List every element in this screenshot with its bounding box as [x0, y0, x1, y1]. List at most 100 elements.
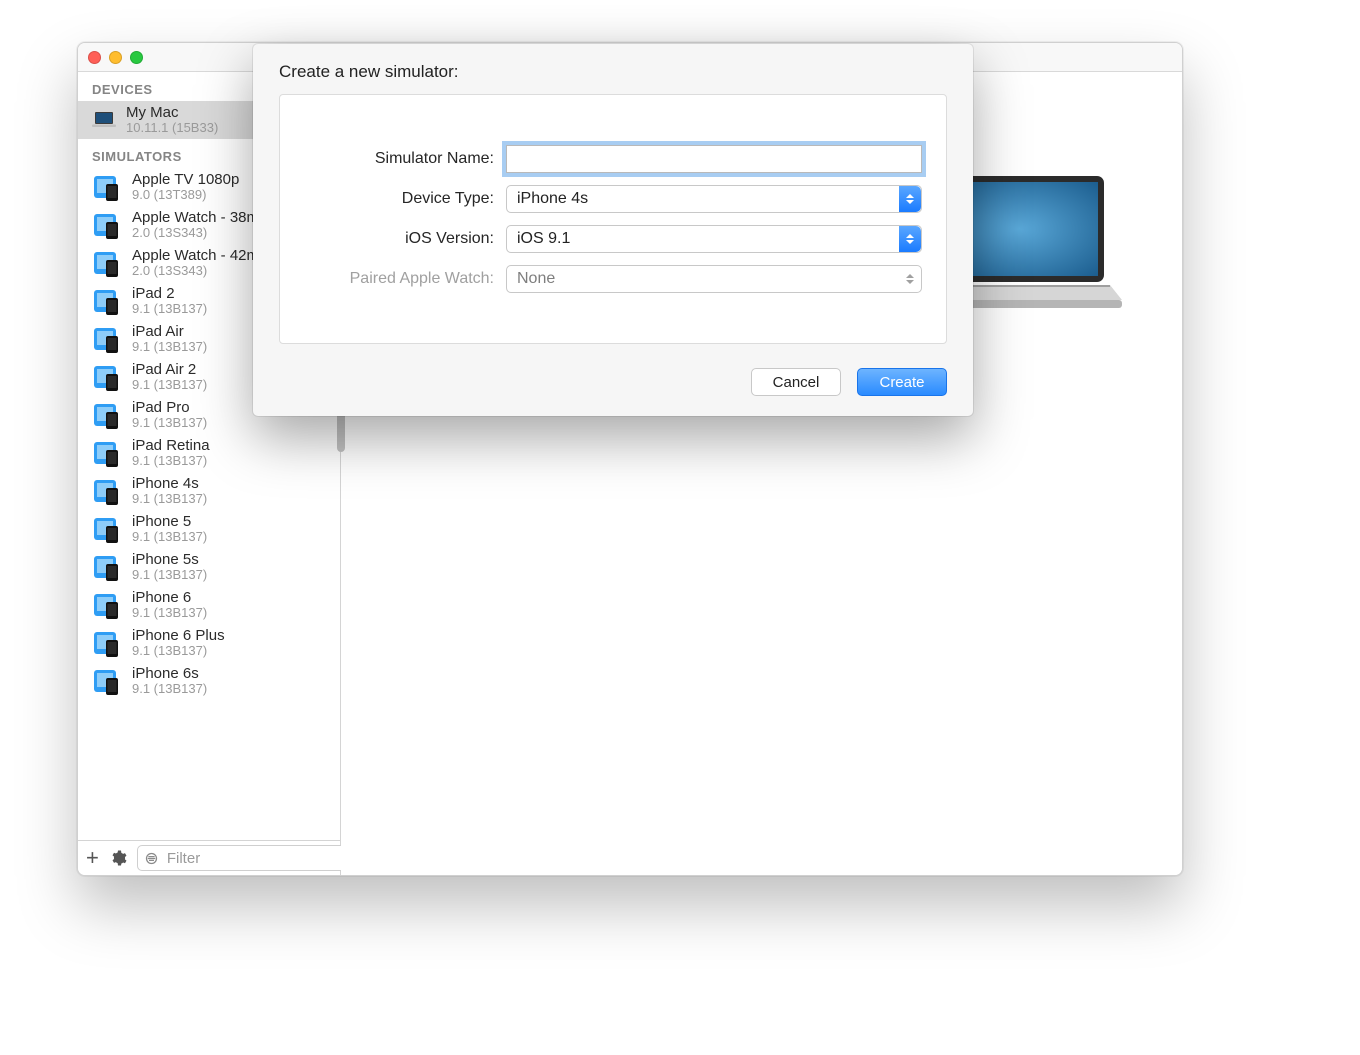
sidebar-item-text: iPhone 6s9.1 (13B137)	[132, 665, 207, 697]
gear-icon	[109, 849, 127, 867]
device-sub-label: 2.0 (13S343)	[132, 264, 272, 279]
row-ios-version: iOS Version: iOS 9.1	[304, 225, 922, 253]
device-sub-label: 9.1 (13B137)	[132, 378, 207, 393]
sidebar-item-simulator[interactable]: iPhone 4s9.1 (13B137)	[78, 472, 340, 510]
device-sub-label: 9.1 (13B137)	[132, 340, 207, 355]
device-sub-label: 9.1 (13B137)	[132, 682, 207, 697]
sidebar-item-text: My Mac 10.11.1 (15B33)	[126, 104, 218, 136]
minimize-window-button[interactable]	[109, 51, 122, 64]
simulator-icon	[92, 172, 122, 202]
simulator-icon	[92, 324, 122, 354]
device-name-label: Apple Watch - 42mm	[132, 247, 272, 264]
simulator-icon	[92, 590, 122, 620]
device-name-label: iPad Air 2	[132, 361, 207, 378]
zoom-window-button[interactable]	[130, 51, 143, 64]
sidebar-item-simulator[interactable]: iPhone 59.1 (13B137)	[78, 510, 340, 548]
sheet-actions: Cancel Create	[279, 368, 947, 396]
add-button[interactable]: +	[86, 847, 99, 869]
simulator-icon	[92, 666, 122, 696]
device-sub-label: 9.1 (13B137)	[132, 530, 207, 545]
chevron-up-down-icon	[899, 266, 921, 292]
device-type-popup[interactable]: iPhone 4s	[506, 185, 922, 213]
device-name-label: iPhone 4s	[132, 475, 207, 492]
device-name-label: iPad Air	[132, 323, 207, 340]
device-sub-label: 9.1 (13B137)	[132, 606, 207, 621]
sidebar-item-text: iPad 29.1 (13B137)	[132, 285, 207, 317]
simulator-icon	[92, 628, 122, 658]
label-simulator-name: Simulator Name:	[304, 150, 506, 168]
device-sub-label: 9.1 (13B137)	[132, 302, 207, 317]
label-device-type: Device Type:	[304, 190, 506, 208]
device-name-label: iPad Retina	[132, 437, 210, 454]
sheet-body: Simulator Name: Device Type: iPhone 4s i…	[279, 94, 947, 344]
chevron-up-down-icon	[899, 226, 921, 252]
sidebar-item-text: iPad Air9.1 (13B137)	[132, 323, 207, 355]
sidebar-item-text: Apple Watch - 38mm2.0 (13S343)	[132, 209, 272, 241]
simulator-icon	[92, 400, 122, 430]
device-sub-label: 9.1 (13B137)	[132, 568, 207, 583]
sidebar-item-text: iPhone 6 Plus9.1 (13B137)	[132, 627, 225, 659]
device-name-label: Apple TV 1080p	[132, 171, 239, 188]
plus-icon: +	[86, 847, 99, 869]
sidebar-item-simulator[interactable]: iPhone 6s9.1 (13B137)	[78, 662, 340, 700]
actions-gear-button[interactable]	[109, 847, 127, 869]
device-sub-label: 9.1 (13B137)	[132, 492, 207, 507]
simulator-icon	[92, 210, 122, 240]
device-sub-label: 9.1 (13B137)	[132, 644, 225, 659]
mac-icon	[92, 112, 116, 128]
sidebar-item-simulator[interactable]: iPhone 5s9.1 (13B137)	[78, 548, 340, 586]
sidebar-item-simulator[interactable]: iPhone 6 Plus9.1 (13B137)	[78, 624, 340, 662]
device-name-label: iPhone 5	[132, 513, 207, 530]
sidebar-item-text: iPad Retina9.1 (13B137)	[132, 437, 210, 469]
paired-watch-value: None	[517, 270, 555, 288]
device-name-label: Apple Watch - 38mm	[132, 209, 272, 226]
ios-version-value: iOS 9.1	[517, 230, 570, 248]
simulator-icon	[92, 514, 122, 544]
sheet-title: Create a new simulator:	[279, 62, 947, 82]
device-name-label: iPhone 6s	[132, 665, 207, 682]
simulator-icon	[92, 248, 122, 278]
sidebar-item-simulator[interactable]: iPhone 69.1 (13B137)	[78, 586, 340, 624]
device-sub-label: 10.11.1 (15B33)	[126, 121, 218, 136]
paired-watch-popup: None	[506, 265, 922, 293]
device-name-label: iPad Pro	[132, 399, 207, 416]
cancel-button[interactable]: Cancel	[751, 368, 841, 396]
device-name-label: iPhone 6 Plus	[132, 627, 225, 644]
device-sub-label: 9.1 (13B137)	[132, 416, 207, 431]
sidebar-item-text: iPad Pro9.1 (13B137)	[132, 399, 207, 431]
simulator-icon	[92, 476, 122, 506]
row-paired-watch: Paired Apple Watch: None	[304, 265, 922, 293]
device-sub-label: 9.1 (13B137)	[132, 454, 210, 469]
filter-icon	[144, 851, 159, 866]
row-simulator-name: Simulator Name:	[304, 145, 922, 173]
sidebar-item-text: iPad Air 29.1 (13B137)	[132, 361, 207, 393]
device-name-label: My Mac	[126, 104, 218, 121]
sidebar-bottom-bar: +	[78, 840, 340, 875]
row-device-type: Device Type: iPhone 4s	[304, 185, 922, 213]
sidebar-item-text: Apple Watch - 42mm2.0 (13S343)	[132, 247, 272, 279]
label-ios-version: iOS Version:	[304, 230, 506, 248]
sidebar-item-text: iPhone 59.1 (13B137)	[132, 513, 207, 545]
sidebar-item-text: iPhone 4s9.1 (13B137)	[132, 475, 207, 507]
sidebar-item-text: Apple TV 1080p9.0 (13T389)	[132, 171, 239, 203]
device-name-label: iPhone 5s	[132, 551, 207, 568]
sidebar-item-simulator[interactable]: iPad Retina9.1 (13B137)	[78, 434, 340, 472]
create-button[interactable]: Create	[857, 368, 947, 396]
close-window-button[interactable]	[88, 51, 101, 64]
device-sub-label: 9.0 (13T389)	[132, 188, 239, 203]
chevron-up-down-icon	[899, 186, 921, 212]
ios-version-popup[interactable]: iOS 9.1	[506, 225, 922, 253]
device-sub-label: 2.0 (13S343)	[132, 226, 272, 241]
simulator-icon	[92, 286, 122, 316]
device-name-label: iPhone 6	[132, 589, 207, 606]
sidebar-item-text: iPhone 5s9.1 (13B137)	[132, 551, 207, 583]
sidebar-item-text: iPhone 69.1 (13B137)	[132, 589, 207, 621]
simulator-icon	[92, 552, 122, 582]
simulator-icon	[92, 438, 122, 468]
simulator-name-input[interactable]	[506, 145, 922, 173]
create-simulator-sheet: Create a new simulator: Simulator Name: …	[253, 44, 973, 416]
device-name-label: iPad 2	[132, 285, 207, 302]
label-paired-watch: Paired Apple Watch:	[304, 270, 506, 288]
device-type-value: iPhone 4s	[517, 190, 588, 208]
simulator-icon	[92, 362, 122, 392]
